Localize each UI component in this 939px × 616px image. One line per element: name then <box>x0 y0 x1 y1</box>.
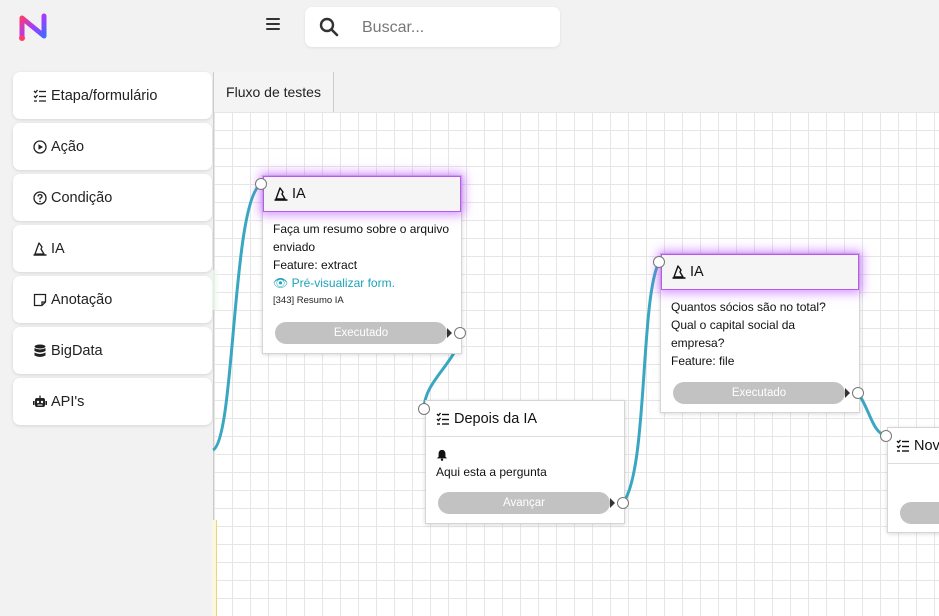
node-reference: [343] Resumo IA <box>273 295 344 306</box>
tab-label: Fluxo de testes <box>226 84 321 100</box>
node-body: Aqui esta a pergunta <box>426 437 624 481</box>
wizard-hat-icon <box>33 241 47 256</box>
sidebar-item-label: API's <box>51 393 85 410</box>
output-arrow-icon <box>845 388 850 398</box>
sidebar-item-bigdata[interactable]: BigData <box>13 327 212 374</box>
node-body: Faça um resumo sobre o arquivo enviado F… <box>263 212 461 310</box>
status-button[interactable]: Executado <box>275 322 447 344</box>
n-logo-icon[interactable] <box>16 12 52 42</box>
output-port[interactable] <box>617 497 629 509</box>
output-port[interactable] <box>852 387 864 399</box>
sidebar-item-label: Anotação <box>51 291 113 308</box>
note-icon <box>33 293 47 306</box>
search-icon <box>319 17 339 37</box>
sidebar-item-label: Ação <box>51 138 85 155</box>
tab-fluxo-de-testes[interactable]: Fluxo de testes <box>213 72 334 112</box>
question-circle-icon <box>33 190 47 205</box>
node-text: Quantos sócios são no total? Qual o capi… <box>671 300 826 350</box>
bell-icon <box>436 449 448 461</box>
flow-node-depois-da-ia[interactable]: Depois da IA Aqui esta a pergunta Avança… <box>425 400 625 524</box>
node-header[interactable]: Depois da IA <box>426 401 624 437</box>
sidebar-item-anotacao[interactable]: Anotação <box>13 276 212 323</box>
node-header[interactable]: Nov <box>888 428 939 464</box>
search-input[interactable] <box>360 15 554 41</box>
sidebar-item-etapa-formulario[interactable]: Etapa/formulário <box>13 72 212 119</box>
output-port[interactable] <box>454 327 466 339</box>
flow-node-ia-2[interactable]: IA Quantos sócios são no total? Qual o c… <box>660 253 860 413</box>
flow-node-ia-1[interactable]: IA Faça um resumo sobre o arquivo enviad… <box>262 175 462 354</box>
node-body: Quantos sócios são no total? Qual o capi… <box>661 290 859 370</box>
sidebar-item-label: Condição <box>51 189 113 206</box>
node-title: IA <box>690 264 704 280</box>
output-arrow-icon <box>447 328 452 338</box>
node-title: IA <box>292 186 306 202</box>
input-port[interactable] <box>418 403 430 415</box>
sidebar-item-apis[interactable]: API's <box>13 378 212 425</box>
eye-icon: 👁 <box>273 276 289 290</box>
preview-form-link[interactable]: 👁 Pré-visualizar form. <box>273 274 451 292</box>
node-title: Nov <box>914 437 939 454</box>
sidebar-item-label: IA <box>51 240 65 257</box>
status-button-label: Executado <box>333 327 389 339</box>
advance-button-label: Avançar <box>503 497 545 509</box>
advance-button[interactable]: Avançar <box>438 492 610 514</box>
tab-bar: Fluxo de testes <box>213 72 939 112</box>
preview-label: Pré-visualizar form. <box>291 276 395 290</box>
node-header[interactable]: IA <box>661 254 859 290</box>
node-feature: Feature: extract <box>273 258 358 272</box>
status-button[interactable]: Executado <box>673 382 845 404</box>
node-title: Depois da IA <box>454 410 538 427</box>
sidebar: Etapa/formulário Ação Condição IA Anotaç… <box>13 72 212 429</box>
flow-node-nov[interactable]: Nov <box>887 427 939 533</box>
search-box[interactable] <box>305 7 560 47</box>
node-text: Faça um resumo sobre o arquivo enviado <box>273 222 450 254</box>
play-circle-icon <box>33 139 47 154</box>
input-port[interactable] <box>880 430 892 442</box>
menu-toggle-icon[interactable] <box>266 18 280 30</box>
checklist-icon <box>436 412 449 425</box>
sidebar-item-acao[interactable]: Ação <box>13 123 212 170</box>
sidebar-item-ia[interactable]: IA <box>13 225 212 272</box>
status-button-label: Executado <box>731 387 787 399</box>
database-icon <box>34 344 46 357</box>
output-arrow-icon <box>610 498 615 508</box>
sidebar-item-condicao[interactable]: Condição <box>13 174 212 221</box>
annotation-node-edge <box>212 520 217 616</box>
sidebar-item-label: BigData <box>51 342 103 359</box>
checklist-icon <box>896 439 909 452</box>
wizard-hat-icon <box>274 187 288 201</box>
node-text: Aqui esta a pergunta <box>436 465 547 479</box>
node-feature: Feature: file <box>671 354 735 368</box>
checklist-icon <box>33 89 46 102</box>
offscreen-node-edge <box>212 270 220 310</box>
node-button[interactable] <box>900 502 939 524</box>
node-header[interactable]: IA <box>263 176 461 212</box>
robot-icon <box>33 395 47 407</box>
sidebar-item-label: Etapa/formulário <box>51 87 158 104</box>
input-port[interactable] <box>653 256 665 268</box>
wizard-hat-icon <box>672 265 686 279</box>
input-port[interactable] <box>255 178 267 190</box>
